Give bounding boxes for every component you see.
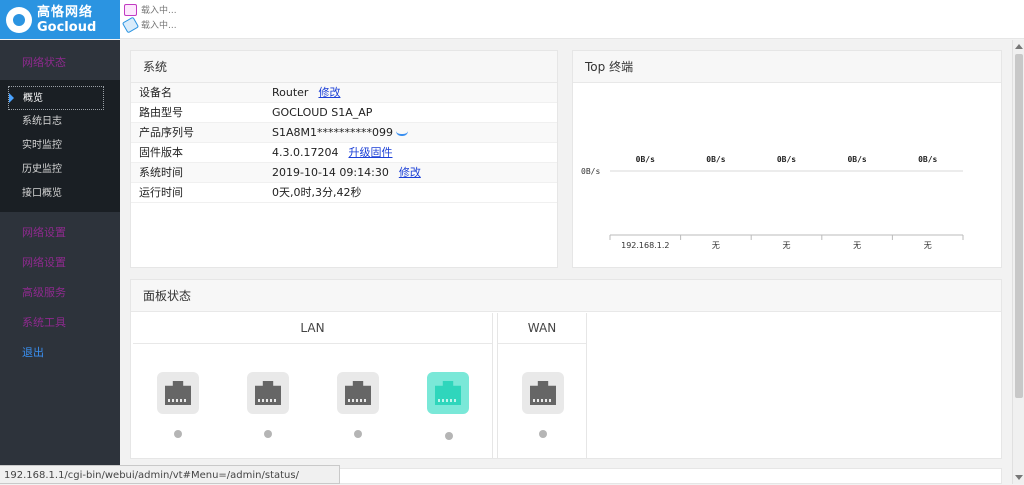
table-row: 系统时间 2019-10-14 09:14:30 修改: [131, 163, 557, 183]
port-pins: [258, 399, 278, 402]
sidebar-item-advanced-services[interactable]: 高级服务: [0, 278, 120, 308]
sidebar-subitem-system-log[interactable]: 系统日志: [0, 110, 120, 134]
panel-status-panel: 面板状态 LAN WAN: [130, 279, 1002, 459]
x-tick-label: 192.168.1.2: [621, 241, 669, 250]
lan-port-4[interactable]: [427, 372, 469, 414]
x-tick-label: 无: [712, 241, 720, 250]
sidebar: 网络状态 概览 系统日志 实时监控 历史监控 接口概览 网络设置 网络设置 高级…: [0, 40, 120, 484]
brand-logo[interactable]: 高恪网络 Gocloud: [0, 0, 120, 39]
top-terminals-title: Top 终端: [573, 51, 1001, 83]
loading-item: 载入中...: [124, 2, 177, 17]
page-scrollbar[interactable]: [1012, 40, 1024, 484]
router-model-label: 路由型号: [139, 106, 183, 119]
top-terminals-panel: Top 终端 0B/s 0B/s 192.168.1.2 0B/s 无 0B/s 无 0B/s…: [572, 50, 1002, 268]
sidebar-item-logout[interactable]: 退出: [0, 338, 120, 368]
chip-icon: [124, 3, 137, 16]
lan-port-3-led: [354, 430, 362, 438]
sidebar-subitem-interface-overview[interactable]: 接口概览: [0, 182, 120, 206]
bar-data-label: 0B/s: [777, 155, 796, 164]
bar-data-label: 0B/s: [918, 155, 937, 164]
router-model-value: GOCLOUD S1A_AP: [272, 106, 373, 119]
lan-label: LAN: [133, 313, 492, 344]
system-time-label: 系统时间: [139, 166, 183, 179]
wan-section: WAN: [497, 313, 587, 459]
top-bar: 高恪网络 Gocloud 载入中... 载入中...: [0, 0, 1024, 39]
top-terminals-chart-svg: 0B/s 0B/s 192.168.1.2 0B/s 无 0B/s 无 0B/s 无 0B/s 无: [581, 155, 964, 250]
panel-status-title: 面板状态: [131, 280, 1001, 312]
firmware-version-label: 固件版本: [139, 146, 183, 159]
scroll-down-arrow-icon[interactable]: [1015, 475, 1023, 480]
port-pins: [533, 399, 553, 402]
table-row: 固件版本 4.3.0.17204 升级固件: [131, 143, 557, 163]
port-pins: [348, 399, 368, 402]
status-submenu: 概览 系统日志 实时监控 历史监控 接口概览: [0, 80, 120, 212]
device-name-value: Router: [272, 86, 309, 99]
lan-section: LAN: [133, 313, 493, 459]
system-panel-title: 系统: [131, 51, 557, 83]
cloud-logo-icon: [6, 6, 32, 33]
port-pins: [168, 399, 188, 402]
sidebar-item-system-tools[interactable]: 系统工具: [0, 308, 120, 338]
table-row: 运行时间 0天,0时,3分,42秒: [131, 183, 557, 203]
device-name-label: 设备名: [139, 86, 172, 99]
wan-label: WAN: [498, 313, 586, 344]
sidebar-subitem-history-monitor[interactable]: 历史监控: [0, 158, 120, 182]
system-time-value: 2019-10-14 09:14:30: [272, 166, 389, 179]
sidebar-item-network-settings-2[interactable]: 网络设置: [0, 248, 120, 278]
bar-data-label: 0B/s: [636, 155, 655, 164]
uptime-label: 运行时间: [139, 186, 183, 199]
network-icon: [121, 16, 140, 33]
table-row: 产品序列号 S1A8M1**********099: [131, 123, 557, 143]
loading-text: 载入中...: [141, 21, 177, 31]
system-panel: 系统 设备名 Router 修改 路由型号 GOCLOUD S1A_AP 产品序列…: [130, 50, 558, 268]
sidebar-item-network-settings[interactable]: 网络设置: [0, 218, 120, 248]
firmware-version-value: 4.3.0.17204: [272, 146, 339, 159]
edit-system-time-link[interactable]: 修改: [399, 166, 421, 179]
serial-number-value: S1A8M1**********099: [272, 126, 393, 139]
y-tick-label: 0B/s: [581, 167, 600, 176]
loading-item: 载入中...: [121, 16, 177, 33]
lan-port-2[interactable]: [247, 372, 289, 414]
wan-port[interactable]: [522, 372, 564, 414]
loading-indicators: 载入中... 载入中...: [121, 2, 177, 33]
x-tick-label: 无: [924, 241, 932, 250]
table-row: 设备名 Router 修改: [131, 83, 557, 103]
lan-port-3[interactable]: [337, 372, 379, 414]
sidebar-subitem-realtime-monitor[interactable]: 实时监控: [0, 134, 120, 158]
x-tick-label: 无: [783, 241, 791, 250]
brand-text: 高恪网络 Gocloud: [37, 5, 96, 35]
upgrade-firmware-link[interactable]: 升级固件: [348, 146, 392, 159]
lan-port-1[interactable]: [157, 372, 199, 414]
scroll-up-arrow-icon[interactable]: [1015, 44, 1023, 49]
loading-text: 载入中...: [141, 6, 177, 16]
port-pins: [438, 399, 458, 402]
wan-port-led: [539, 430, 547, 438]
top-terminals-chart: 0B/s 0B/s 192.168.1.2 0B/s 无 0B/s 无 0B/s 无 0B/s 无: [573, 83, 1001, 267]
lan-port-4-led: [445, 432, 453, 440]
scroll-thumb[interactable]: [1015, 54, 1023, 398]
bar-data-label: 0B/s: [847, 155, 866, 164]
show-serial-eye-icon[interactable]: [396, 131, 408, 136]
system-table: 设备名 Router 修改 路由型号 GOCLOUD S1A_AP 产品序列号 S…: [131, 83, 557, 203]
lan-port-1-led: [174, 430, 182, 438]
brand-name-en: Gocloud: [37, 19, 97, 35]
uptime-value: 0天,0时,3分,42秒: [272, 186, 362, 199]
serial-number-label: 产品序列号: [139, 126, 194, 139]
x-tick-label: 无: [853, 241, 861, 250]
sidebar-item-network-status[interactable]: 网络状态: [0, 40, 120, 80]
bar-data-label: 0B/s: [706, 155, 725, 164]
edit-device-name-link[interactable]: 修改: [318, 86, 340, 99]
brand-name-cn: 高恪网络: [37, 4, 94, 20]
browser-status-url: 192.168.1.1/cgi-bin/webui/admin/vt#Menu=…: [0, 465, 340, 484]
lan-port-2-led: [264, 430, 272, 438]
table-row: 路由型号 GOCLOUD S1A_AP: [131, 103, 557, 123]
sidebar-subitem-overview[interactable]: 概览: [8, 86, 104, 110]
